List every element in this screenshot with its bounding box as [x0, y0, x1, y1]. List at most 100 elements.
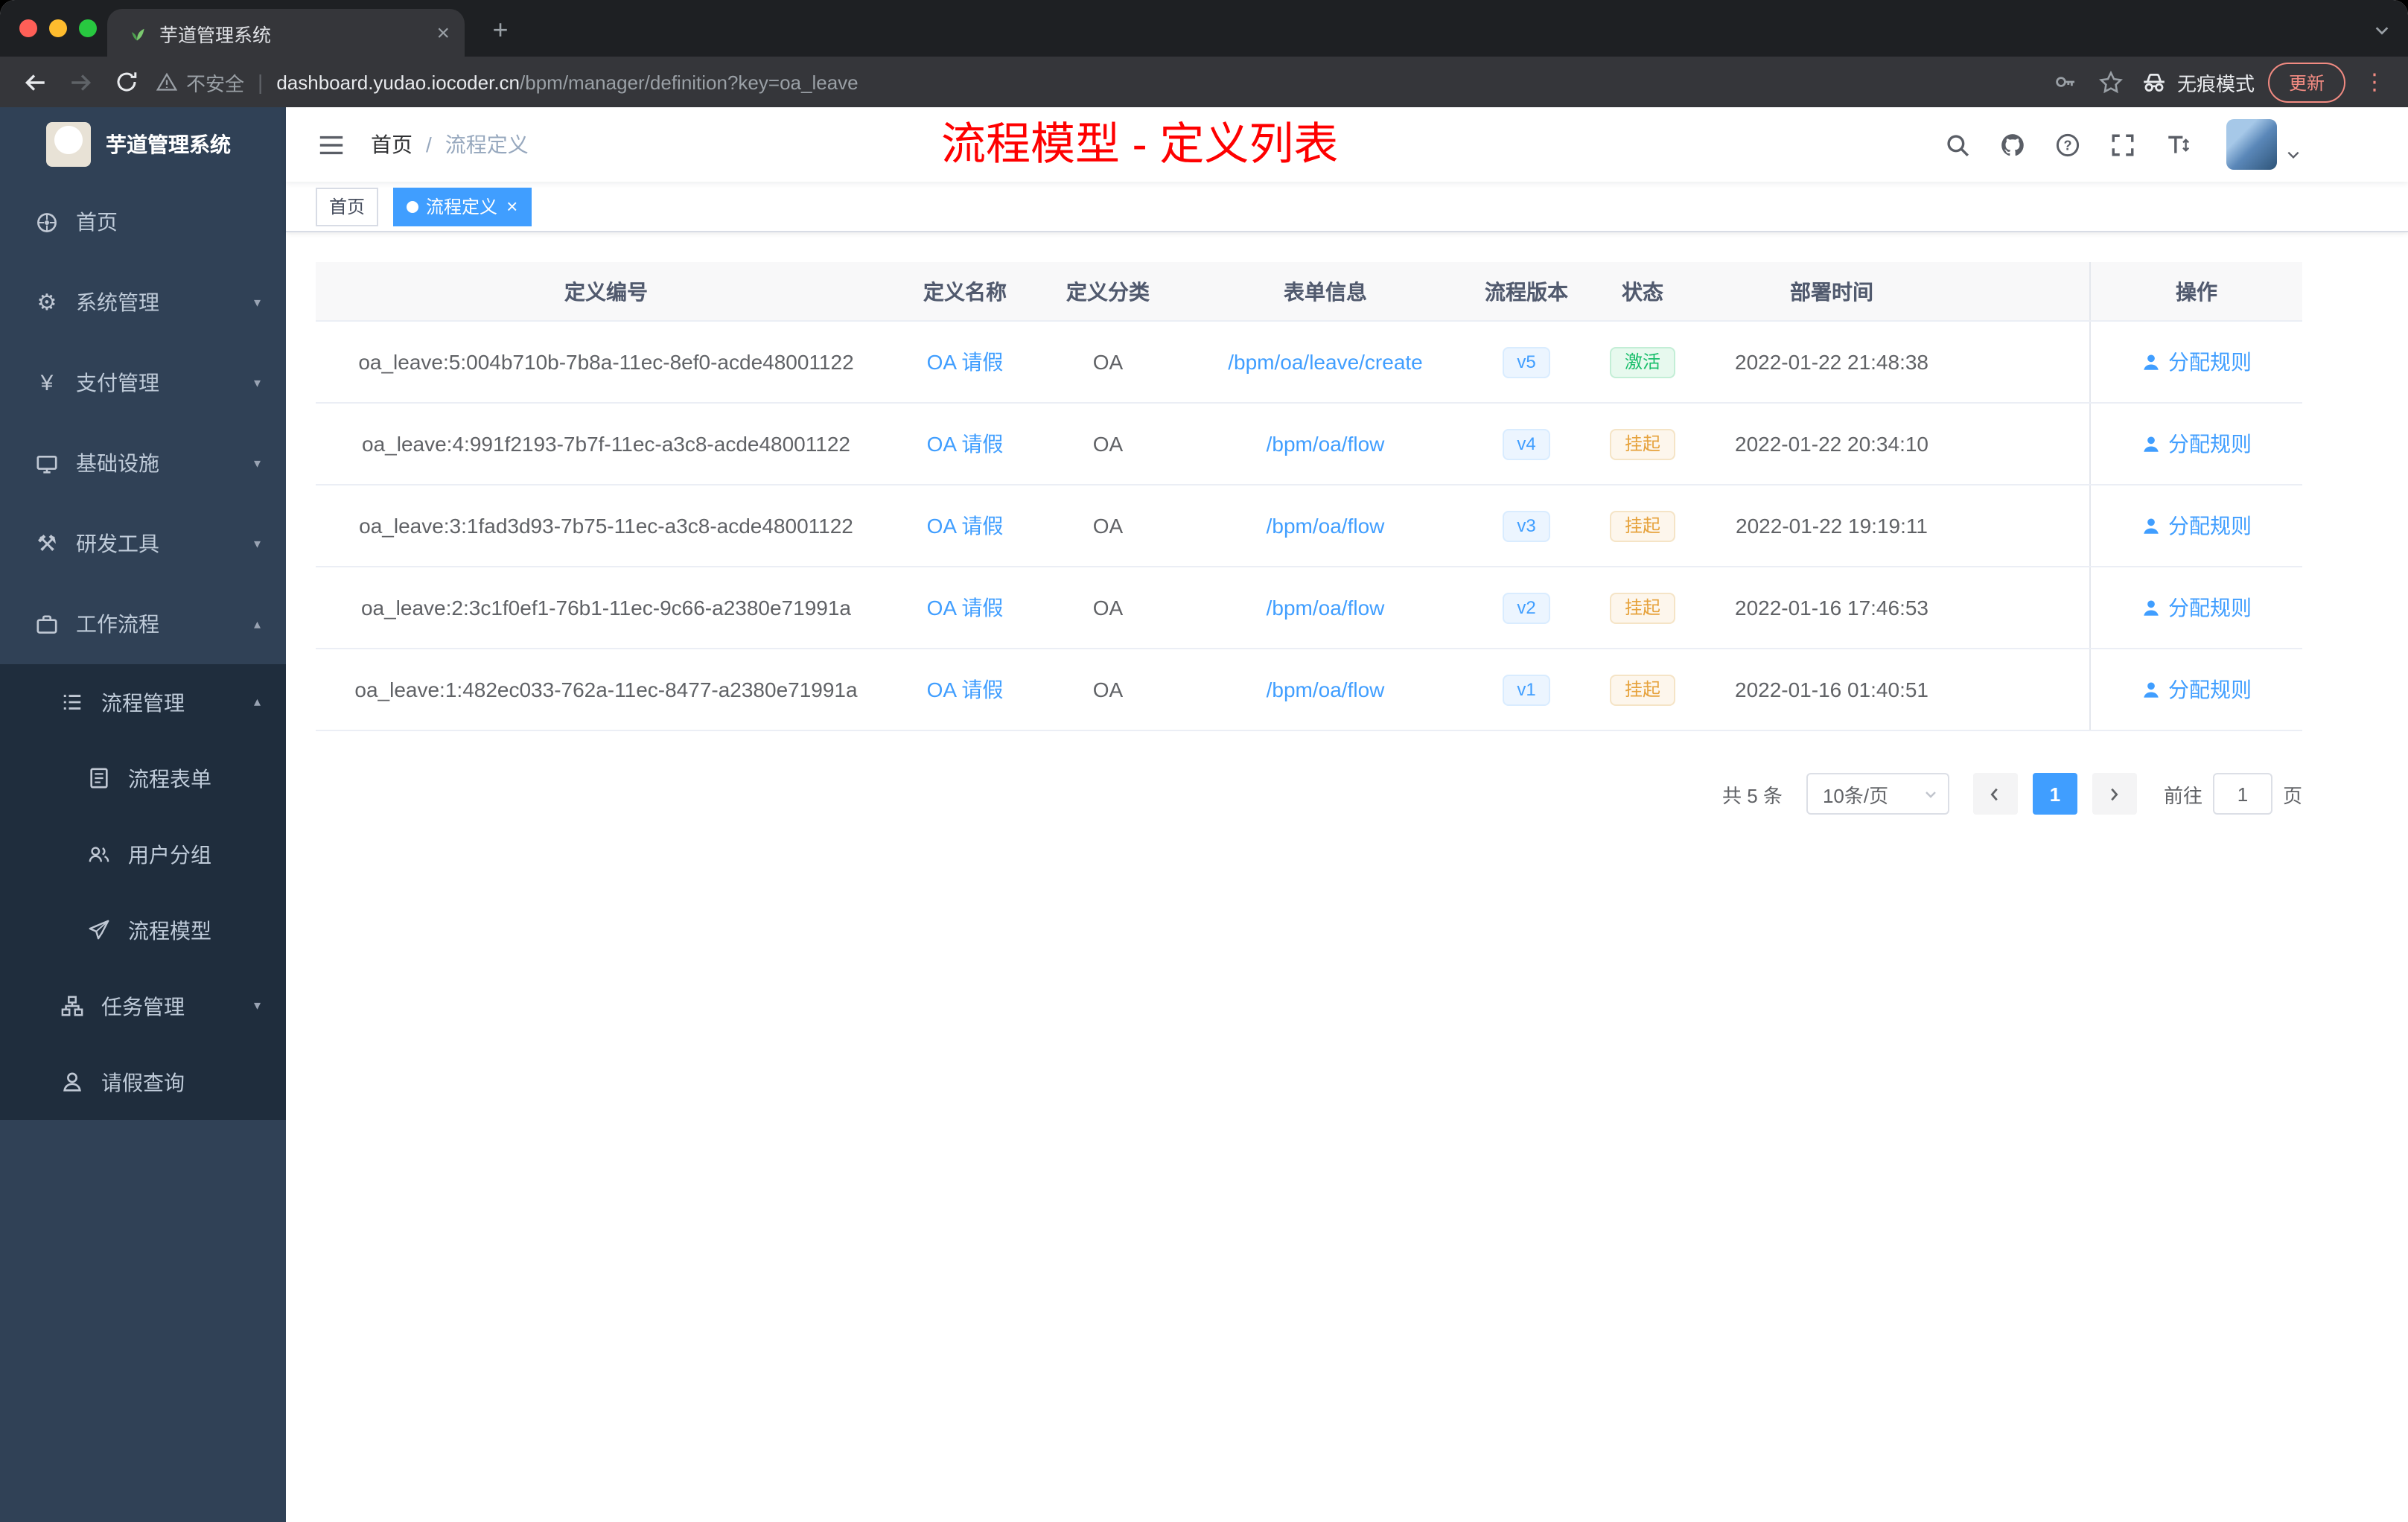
goto-unit: 页	[2282, 784, 2302, 806]
page-size-select[interactable]: 10条/页	[1806, 773, 1949, 815]
github-icon[interactable]	[1997, 130, 2027, 159]
sidebar-item-label: 用户分组	[128, 842, 211, 866]
tag-label: 首页	[329, 197, 366, 217]
pagination: 共 5 条 10条/页 1 前往 页	[316, 773, 2302, 815]
assign-rule-link[interactable]: 分配规则	[2141, 347, 2252, 377]
breadcrumb: 首页 / 流程定义	[371, 107, 529, 182]
sidebar-item-infrastructure[interactable]: 基础设施 ▾	[0, 423, 286, 503]
tag-current[interactable]: 流程定义 ×	[393, 187, 532, 226]
active-dot	[407, 200, 419, 212]
password-key-icon[interactable]	[2049, 66, 2082, 98]
close-window-button[interactable]	[19, 19, 37, 37]
sidebar-item-task-management[interactable]: 任务管理 ▾	[0, 968, 286, 1044]
search-icon[interactable]	[1942, 130, 1972, 159]
form-link[interactable]: /bpm/oa/flow	[1267, 678, 1385, 701]
hamburger-icon[interactable]	[308, 122, 353, 167]
sidebar-item-process-form[interactable]: 流程表单	[0, 740, 286, 816]
form-link[interactable]: /bpm/oa/leave/create	[1228, 350, 1423, 374]
table-header-row: 定义编号 定义名称 定义分类 表单信息 流程版本 状态 部署时间 操作	[316, 262, 2302, 322]
col-filler	[1963, 262, 2089, 320]
form-link[interactable]: /bpm/oa/flow	[1267, 596, 1385, 620]
font-size-icon[interactable]	[2162, 130, 2192, 159]
assign-rule-link[interactable]: 分配规则	[2141, 675, 2252, 704]
definition-name-link[interactable]: OA 请假	[927, 675, 1004, 704]
form-link[interactable]: /bpm/oa/flow	[1267, 432, 1385, 456]
incognito-icon	[2141, 69, 2167, 95]
users-icon	[86, 843, 112, 865]
cell-deploy-time: 2022-01-16 01:40:51	[1735, 678, 1928, 701]
chevron-up-icon: ▴	[253, 694, 261, 709]
document-icon	[86, 767, 112, 789]
cell-category: OA	[1092, 596, 1124, 620]
minimize-window-button[interactable]	[49, 19, 67, 37]
definition-name-link[interactable]: OA 请假	[927, 347, 1004, 377]
tree-icon	[60, 995, 85, 1017]
forward-icon[interactable]	[64, 66, 97, 98]
cell-category: OA	[1092, 432, 1124, 456]
page-title-annotation: 流程模型 - 定义列表	[941, 121, 1339, 170]
url-path: /bpm/manager/definition?key=oa_leave	[520, 71, 859, 93]
cell-definition-id: oa_leave:2:3c1f0ef1-76b1-11ec-9c66-a2380…	[360, 596, 851, 620]
goto-page-input[interactable]	[2212, 773, 2272, 815]
fullscreen-icon[interactable]	[2107, 130, 2137, 159]
status-badge: 激活	[1609, 346, 1675, 378]
address-bar[interactable]: dashboard.yudao.iocoder.cn/bpm/manager/d…	[276, 71, 858, 93]
send-icon	[86, 919, 112, 941]
yen-icon: ¥	[40, 370, 54, 395]
tab-search-chevron-down-icon[interactable]	[2374, 19, 2390, 46]
user-menu[interactable]	[2226, 119, 2301, 170]
browser-tab[interactable]: 芋道管理系统 ×	[107, 9, 465, 57]
assign-rule-link[interactable]: 分配规则	[2141, 511, 2252, 541]
prev-page-button[interactable]	[1972, 773, 2018, 815]
sidebar-item-process-management[interactable]: 流程管理 ▴	[0, 664, 286, 740]
person-icon	[60, 1071, 85, 1093]
table-row: oa_leave:3:1fad3d93-7b75-11ec-a3c8-acde4…	[316, 485, 2302, 567]
browser-menu-kebab-icon[interactable]: ⋮	[2359, 69, 2390, 95]
site-security-chip[interactable]: 不安全	[156, 68, 244, 96]
cell-definition-id: oa_leave:4:991f2193-7b7f-11ec-a3c8-acde4…	[362, 432, 850, 456]
tags-view: 首页 流程定义 ×	[286, 182, 2408, 232]
sidebar-item-user-group[interactable]: 用户分组	[0, 816, 286, 892]
definition-name-link[interactable]: OA 请假	[927, 429, 1004, 459]
version-tag: v3	[1502, 510, 1551, 541]
tag-close-icon[interactable]: ×	[506, 197, 517, 216]
sidebar-item-label: 研发工具	[76, 532, 159, 555]
tab-close-icon[interactable]: ×	[436, 22, 450, 44]
definition-name-link[interactable]: OA 请假	[927, 511, 1004, 541]
user-icon	[2144, 599, 2159, 615]
breadcrumb-separator: /	[426, 133, 432, 156]
chevron-down-icon: ▾	[253, 375, 261, 389]
sidebar-logo[interactable]: 芋道管理系统	[0, 107, 286, 182]
cell-definition-id: oa_leave:5:004b710b-7b8a-11ec-8ef0-acde4…	[358, 350, 854, 374]
tag-home[interactable]: 首页	[316, 187, 379, 226]
sidebar-item-home[interactable]: 首页	[0, 182, 286, 262]
reload-icon[interactable]	[110, 66, 143, 98]
sidebar-item-system[interactable]: ⚙ 系统管理 ▾	[0, 262, 286, 343]
assign-rule-link[interactable]: 分配规则	[2141, 593, 2252, 623]
incognito-badge: 无痕模式	[2141, 68, 2255, 96]
sidebar-item-leave-query[interactable]: 请假查询	[0, 1044, 286, 1120]
sidebar-item-dev-tools[interactable]: ⚒ 研发工具 ▾	[0, 503, 286, 584]
sidebar-item-process-model[interactable]: 流程模型	[0, 892, 286, 968]
sidebar-item-label: 任务管理	[101, 994, 185, 1018]
assign-rule-link[interactable]: 分配规则	[2141, 429, 2252, 459]
next-page-button[interactable]	[2092, 773, 2137, 815]
status-badge: 挂起	[1609, 510, 1675, 541]
update-button[interactable]: 更新	[2267, 62, 2345, 102]
page-number-button[interactable]: 1	[2032, 773, 2077, 815]
sidebar-item-payment[interactable]: ¥ 支付管理 ▾	[0, 343, 286, 423]
user-icon	[2144, 518, 2159, 533]
form-link[interactable]: /bpm/oa/flow	[1267, 514, 1385, 538]
definition-name-link[interactable]: OA 请假	[927, 593, 1004, 623]
sidebar-item-workflow[interactable]: 工作流程 ▴	[0, 584, 286, 664]
help-icon[interactable]: ?	[2052, 130, 2082, 159]
new-tab-button[interactable]: +	[482, 12, 518, 48]
table-row: oa_leave:5:004b710b-7b8a-11ec-8ef0-acde4…	[316, 322, 2302, 404]
bookmark-star-icon[interactable]	[2095, 66, 2128, 98]
breadcrumb-home[interactable]: 首页	[371, 130, 413, 159]
back-icon[interactable]	[18, 66, 51, 98]
navbar: 首页 / 流程定义 流程模型 - 定义列表 ?	[286, 107, 2408, 182]
col-definition-name: 定义名称	[923, 279, 1007, 303]
zoom-window-button[interactable]	[79, 19, 97, 37]
tag-label: 流程定义	[426, 197, 498, 217]
